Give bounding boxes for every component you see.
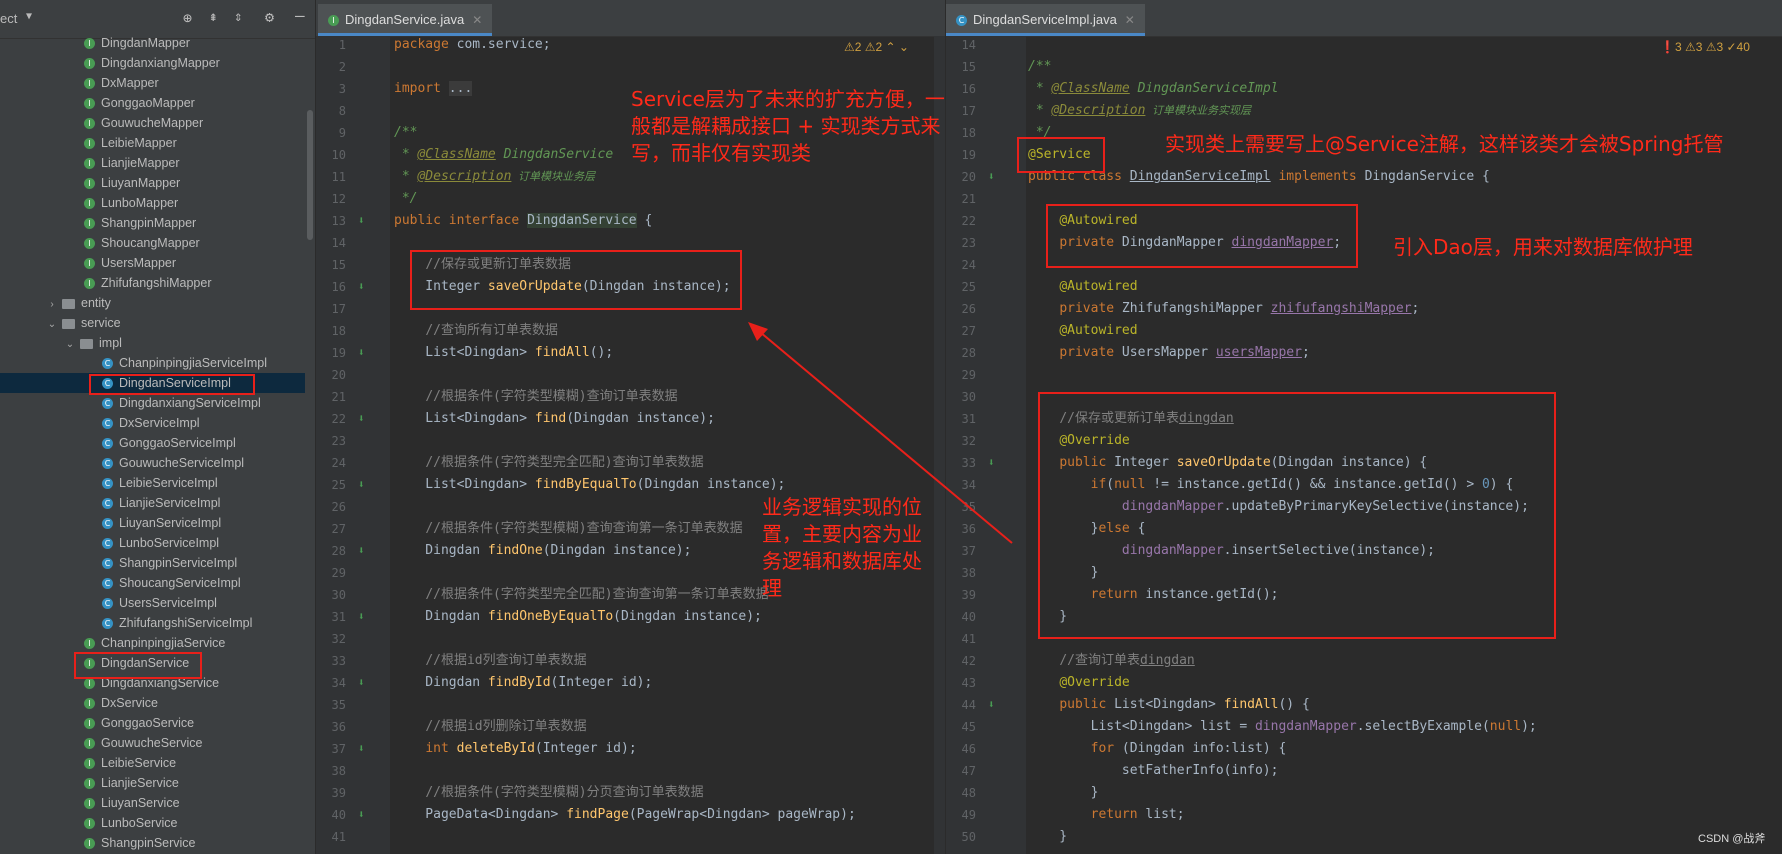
arrow-line <box>759 331 1013 544</box>
arrow-overlay <box>748 322 1013 544</box>
arrow-head <box>748 322 768 341</box>
watermark: CSDN @战斧 <box>1698 833 1766 845</box>
